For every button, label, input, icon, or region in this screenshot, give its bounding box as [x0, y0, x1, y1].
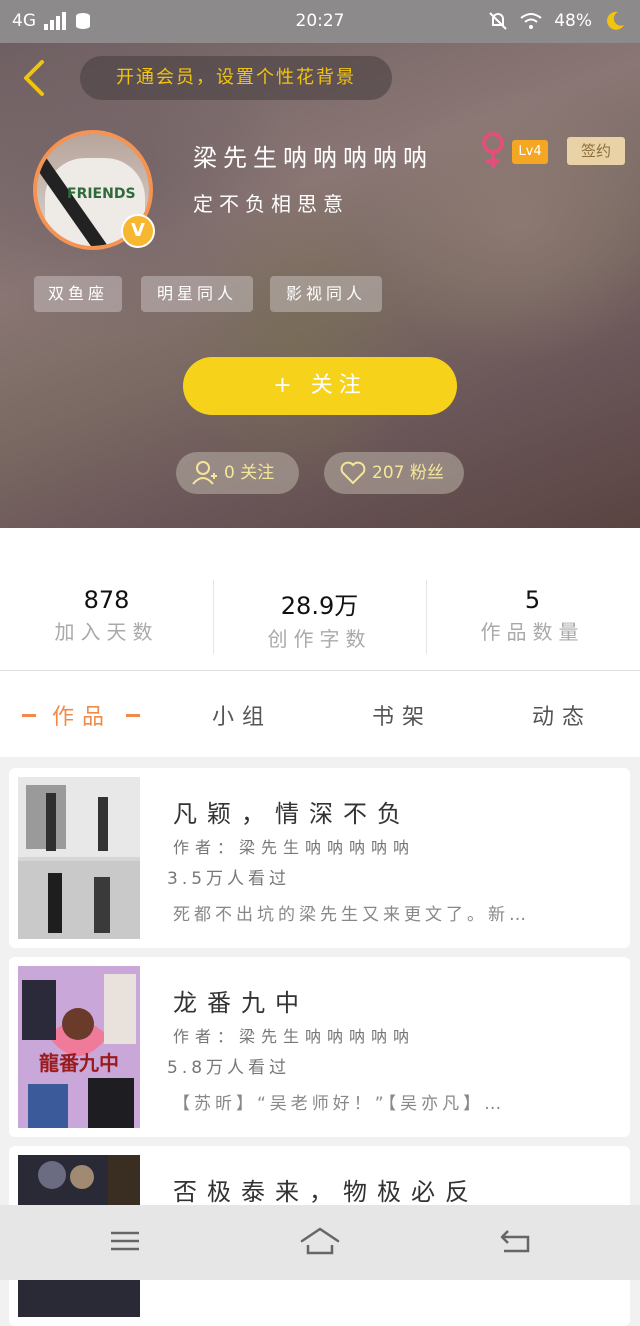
stat-join-days: 878 加入天数 [54, 586, 159, 644]
work-author: 作者：梁先生呐呐呐呐呐 [173, 838, 416, 857]
back-arrow-icon[interactable] [18, 58, 54, 98]
following-button[interactable]: 0 关注 [176, 452, 299, 494]
follow-button[interactable]: + 关注 [183, 357, 457, 415]
return-icon[interactable] [496, 1221, 536, 1261]
signed-badge[interactable]: 签约 [567, 137, 625, 165]
work-description: 死都不出坑的梁先生又来更文了。新… [173, 905, 530, 925]
level-badge: Lv4 [512, 140, 548, 164]
work-description: 【苏昕】“吴老师好！”【吴亦凡】… [173, 1094, 506, 1114]
work-author: 作者：梁先生呐呐呐呐呐 [173, 1027, 416, 1046]
following-count: 0 关注 [224, 463, 275, 483]
username: 梁先生呐呐呐呐呐 [193, 144, 433, 172]
work-cover [18, 777, 140, 939]
work-card[interactable]: 龍番九中 龙番九中 作者：梁先生呐呐呐呐呐 5.8万人看过 【苏昕】“吴老师好！… [9, 957, 630, 1137]
work-views: 3.5万人看过 [167, 869, 291, 889]
stat-word-count: 28.9万 创作字数 [267, 592, 372, 651]
work-title: 凡颖，情深不负 [173, 800, 411, 828]
heart-icon [340, 461, 366, 485]
stat-works-count: 5 作品数量 [480, 586, 585, 644]
home-icon[interactable] [298, 1221, 342, 1261]
add-user-icon [192, 461, 217, 485]
tab-indicator-right [126, 714, 140, 717]
work-card[interactable]: 凡颖，情深不负 作者：梁先生呐呐呐呐呐 3.5万人看过 死都不出坑的梁先生又来更… [9, 768, 630, 948]
battery-label: 48% [554, 11, 592, 31]
work-views: 5.8万人看过 [167, 1058, 291, 1078]
tag-zodiac[interactable]: 双鱼座 [34, 276, 122, 312]
work-cover: 龍番九中 [18, 966, 140, 1128]
status-bar: 4G 20:27 48% [0, 0, 640, 43]
tab-works[interactable]: 作品 [52, 699, 112, 731]
system-navigation-bar [0, 1205, 640, 1280]
mute-bell-icon [489, 12, 507, 30]
avatar-shirt-text: FRIENDS [67, 186, 136, 202]
verified-badge: V [121, 214, 155, 248]
tab-group[interactable]: 小组 [212, 699, 272, 731]
tab-bookshelf[interactable]: 书架 [372, 699, 432, 731]
cover-title-text: 龍番九中 [39, 1051, 119, 1075]
tab-activity[interactable]: 动态 [532, 699, 592, 731]
menu-icon[interactable] [105, 1221, 145, 1261]
female-icon [482, 132, 504, 168]
tag-celebrity-fanfic[interactable]: 明星同人 [141, 276, 253, 312]
fans-button[interactable]: 207 粉丝 [324, 452, 464, 494]
stats-panel: 878 加入天数 28.9万 创作字数 5 作品数量 [0, 528, 640, 671]
tag-tv-fanfic[interactable]: 影视同人 [270, 276, 382, 312]
tab-bar: 作品 小组 书架 动态 [0, 671, 640, 757]
signature-text: 定不负相思意 [193, 192, 349, 216]
work-title: 否极泰来，物极必反 [173, 1178, 479, 1206]
wifi-icon [520, 13, 542, 29]
tab-indicator-left [22, 714, 36, 717]
work-title: 龙番九中 [173, 989, 309, 1017]
set-background-button[interactable]: 开通会员，设置个性花背景 [80, 56, 392, 100]
fans-count: 207 粉丝 [372, 463, 444, 483]
moon-icon [607, 11, 624, 30]
